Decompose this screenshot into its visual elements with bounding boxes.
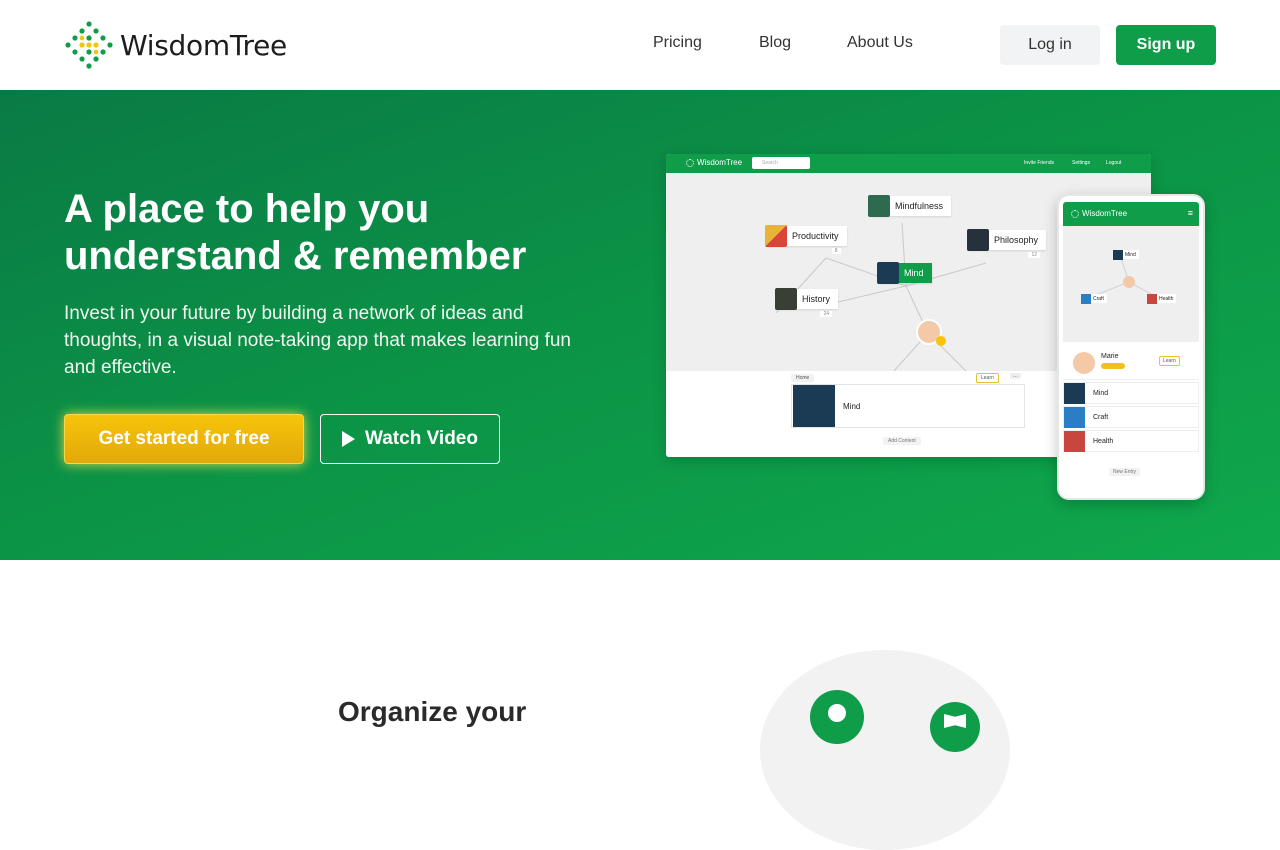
signup-button[interactable]: Sign up <box>1116 25 1216 65</box>
desktop-app-invite-link: Invite Friends <box>1024 160 1055 166</box>
decorative-blob <box>760 650 1010 850</box>
desktop-app-logout-link: Logout <box>1106 160 1122 166</box>
profile-name: Marie <box>1101 353 1119 360</box>
phone-craft-thumb-icon <box>1081 293 1091 304</box>
mind-card-label: Mind <box>843 401 861 411</box>
login-button[interactable]: Log in <box>1000 25 1100 65</box>
desktop-app-logo: WisdomTree <box>686 158 742 167</box>
hero-title: A place to help you understand & remembe… <box>64 187 527 278</box>
play-icon <box>342 431 356 447</box>
site-header: WisdomTree Pricing Blog About Us Log in … <box>0 0 1280 90</box>
map-node-philosophy: Philosophy 12 <box>967 229 1047 258</box>
hero-section: A place to help you understand & remembe… <box>0 90 1280 560</box>
phone-mini-logo-icon <box>1071 209 1079 218</box>
history-thumb-icon <box>775 288 797 310</box>
phone-app-screenshot: WisdomTree ≡ Mind Craft Health Marie Lea… <box>1057 194 1205 500</box>
map-node-mind: Mind <box>877 262 932 284</box>
phone-profile-row: Marie Learn <box>1063 346 1199 380</box>
learn-pill: Learn <box>976 373 999 383</box>
productivity-thumb-icon <box>765 225 787 247</box>
lightbulb-icon <box>828 704 846 722</box>
feature-circle-book <box>930 702 980 752</box>
breadcrumb-home: Home <box>791 374 815 382</box>
user-avatar-badge <box>936 336 946 346</box>
desktop-app-topbar: WisdomTree Search Invite Friends Setting… <box>666 154 1151 173</box>
phone-new-entry-pill: New Entry <box>1109 468 1141 476</box>
profile-avatar-icon <box>1073 352 1095 374</box>
hero-subtitle: Invest in your future by building a netw… <box>64 303 571 378</box>
phone-mind-map: Mind Craft Health <box>1063 226 1199 342</box>
nav-pricing-link[interactable]: Pricing <box>653 34 702 52</box>
logo-text: WisdomTree <box>120 28 287 62</box>
add-content-pill: Add Content <box>883 437 921 445</box>
nav-blog-link[interactable]: Blog <box>759 34 791 52</box>
phone-learn-pill: Learn <box>1159 356 1180 366</box>
phone-app-topbar: WisdomTree ≡ <box>1063 202 1199 226</box>
phone-user-avatar-icon <box>1123 276 1135 288</box>
phone-row-mind-icon <box>1064 382 1085 404</box>
phone-app-logo: WisdomTree <box>1071 209 1127 218</box>
phone-row-health-icon <box>1064 430 1085 452</box>
phone-node-craft: Craft <box>1081 293 1107 304</box>
map-node-productivity: Productivity 8 <box>765 225 847 254</box>
book-icon <box>944 714 966 728</box>
phone-mind-thumb-icon <box>1113 249 1123 260</box>
mind-card: Mind <box>791 384 1025 428</box>
phone-node-health: Health <box>1147 293 1177 304</box>
more-icon: ... <box>1010 373 1022 379</box>
phone-row-craft: Craft <box>1063 406 1199 428</box>
map-node-history: History 24 <box>775 288 839 317</box>
phone-row-mind: Mind <box>1063 382 1199 404</box>
feature-circle-bulb <box>810 690 864 744</box>
phone-row-craft-icon <box>1064 406 1085 428</box>
nav-about-link[interactable]: About Us <box>847 34 913 52</box>
get-started-button[interactable]: Get started for free <box>64 414 304 464</box>
wisdomtree-logo-icon <box>65 21 113 69</box>
desktop-app-settings-link: Settings <box>1072 160 1091 166</box>
features-title: Organize your <box>338 696 527 727</box>
get-started-label: Get started for free <box>98 428 270 449</box>
phone-row-health: Health <box>1063 430 1199 452</box>
user-avatar-icon <box>916 319 946 346</box>
philosophy-thumb-icon <box>967 229 989 251</box>
phone-health-thumb-icon <box>1147 293 1157 304</box>
mini-logo-icon <box>686 158 694 167</box>
watch-video-label: Watch Video <box>365 428 478 449</box>
hamburger-menu-icon: ≡ <box>1187 208 1193 218</box>
watch-video-button[interactable]: Watch Video <box>320 414 500 464</box>
mindfulness-thumb-icon <box>868 195 890 217</box>
phone-node-mind: Mind <box>1113 249 1139 260</box>
mind-card-image <box>793 385 835 427</box>
mind-thumb-icon <box>877 262 899 284</box>
profile-badge <box>1101 363 1125 369</box>
logo-link[interactable]: WisdomTree <box>64 20 287 70</box>
map-node-mindfulness: Mindfulness <box>868 195 952 217</box>
desktop-app-search: Search <box>752 157 810 169</box>
